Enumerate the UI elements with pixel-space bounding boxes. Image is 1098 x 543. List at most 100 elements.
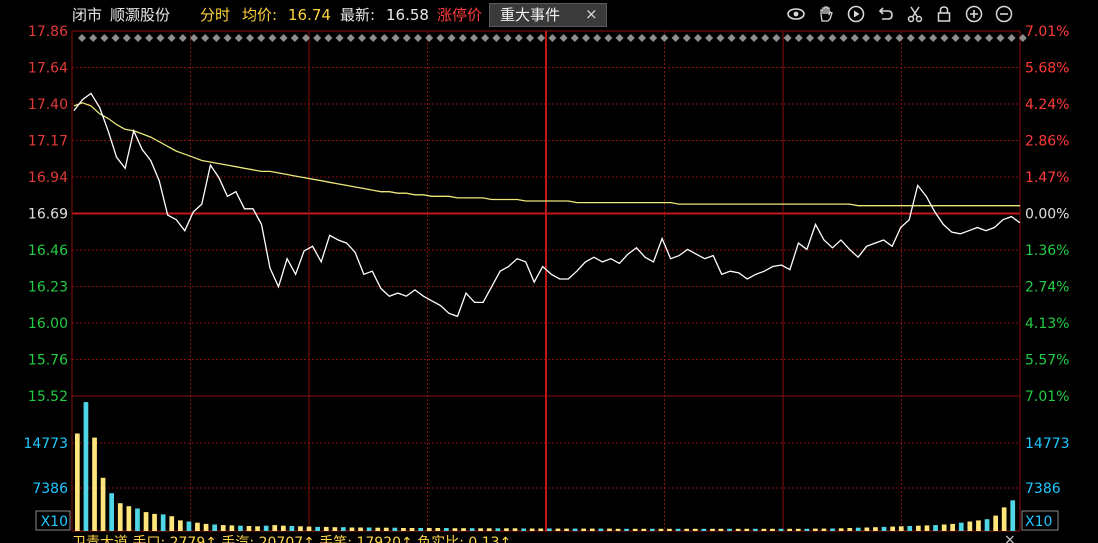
volume-bar bbox=[667, 528, 672, 531]
volume-bar bbox=[100, 477, 106, 531]
volume-bar bbox=[547, 528, 552, 531]
price-tick-label: 16.23 bbox=[28, 280, 68, 296]
event-marker bbox=[660, 34, 669, 42]
volume-bar bbox=[598, 528, 604, 531]
volume-bar bbox=[564, 528, 569, 531]
volume-bar bbox=[186, 521, 192, 531]
percent-tick-label: 7.01% bbox=[1025, 24, 1069, 40]
price-tick-label: 17.86 bbox=[28, 24, 68, 40]
volume-bar bbox=[735, 528, 741, 531]
volume-bar bbox=[160, 514, 166, 531]
bottom-info-strip: 卫青大道 手口: 2779↑ 手汽: 20707↑ 手笑: 17920↑ 负实比… bbox=[72, 535, 512, 543]
event-marker bbox=[638, 34, 646, 42]
volume-bar bbox=[881, 526, 887, 531]
volume-bar bbox=[890, 526, 895, 531]
event-marker bbox=[817, 34, 826, 42]
percent-tick-label: 4.13% bbox=[1025, 316, 1069, 332]
event-marker bbox=[346, 34, 355, 42]
volume-bar bbox=[804, 528, 810, 531]
volume-tick-label: 7386 bbox=[32, 481, 68, 497]
price-tick-label: 17.17 bbox=[28, 134, 68, 150]
event-marker bbox=[906, 34, 915, 42]
volume-bar bbox=[195, 522, 200, 531]
volume-bar bbox=[109, 493, 114, 531]
event-marker bbox=[134, 34, 142, 42]
percent-tick-label: 5.57% bbox=[1025, 353, 1069, 369]
price-tick-label: 16.94 bbox=[28, 170, 68, 186]
volume-bar bbox=[349, 527, 355, 531]
event-marker bbox=[918, 34, 926, 42]
event-marker bbox=[167, 34, 176, 42]
volume-bar bbox=[555, 528, 561, 531]
volume-bar bbox=[246, 526, 252, 531]
volume-bar bbox=[984, 519, 990, 531]
volume-bar bbox=[838, 528, 844, 531]
event-marker bbox=[78, 34, 86, 42]
volume-bar bbox=[117, 503, 123, 531]
volume-bar bbox=[864, 527, 870, 531]
event-marker bbox=[178, 34, 187, 42]
event-marker bbox=[996, 34, 1005, 42]
volume-bar bbox=[306, 526, 312, 531]
event-marker bbox=[649, 34, 658, 42]
event-marker bbox=[716, 34, 725, 42]
event-marker bbox=[223, 34, 232, 42]
event-marker bbox=[425, 34, 434, 42]
volume-bar bbox=[658, 528, 664, 531]
event-marker bbox=[929, 34, 938, 42]
volume-bar bbox=[521, 528, 526, 531]
volume-bar bbox=[512, 528, 518, 531]
volume-bar bbox=[589, 528, 595, 531]
volume-bar bbox=[169, 516, 175, 531]
event-marker bbox=[111, 34, 120, 42]
event-marker bbox=[145, 34, 154, 42]
event-marker bbox=[537, 34, 546, 42]
volume-bar bbox=[710, 528, 715, 531]
volume-bar bbox=[727, 528, 732, 531]
price-tick-label: 17.64 bbox=[28, 61, 68, 77]
volume-bar bbox=[255, 526, 260, 531]
event-marker bbox=[447, 34, 456, 42]
volume-bar bbox=[795, 528, 801, 531]
volume-bar bbox=[135, 508, 140, 531]
intraday-chart[interactable]: 17.86 17.64 17.40 17.17 16.94 16.69 16.46 16.23… bbox=[0, 0, 1098, 543]
event-marker bbox=[458, 34, 467, 42]
event-marker bbox=[794, 34, 803, 42]
percent-tick-label: 2.86% bbox=[1025, 134, 1069, 150]
volume-bar bbox=[1010, 500, 1016, 531]
event-marker bbox=[268, 34, 277, 42]
event-marker bbox=[492, 34, 501, 42]
event-marker bbox=[1007, 34, 1016, 42]
event-marker bbox=[290, 34, 299, 42]
volume-bar bbox=[907, 526, 913, 531]
volume-bar bbox=[924, 525, 930, 531]
volume-bar bbox=[92, 437, 97, 531]
event-marker bbox=[548, 34, 557, 42]
price-tick-label: 16.46 bbox=[28, 243, 68, 259]
volume-bar bbox=[418, 528, 423, 531]
volume-bar bbox=[375, 527, 381, 531]
volume-bar bbox=[821, 528, 827, 531]
volume-bar bbox=[950, 523, 955, 531]
volume-bar bbox=[787, 528, 792, 531]
chart-grid bbox=[71, 30, 1021, 532]
volume-bar bbox=[504, 528, 509, 531]
event-marker-row bbox=[78, 34, 1027, 42]
event-marker bbox=[839, 34, 848, 42]
event-marker bbox=[593, 34, 602, 42]
volume-bar bbox=[452, 528, 458, 531]
percent-tick-label: 1.36% bbox=[1025, 243, 1069, 259]
panel-close-icon[interactable]: × bbox=[1004, 533, 1022, 543]
percent-tick-label: 2.74% bbox=[1025, 280, 1069, 296]
event-marker bbox=[335, 34, 344, 42]
volume-bar bbox=[744, 528, 750, 531]
percent-tick-label: 7.01% bbox=[1025, 389, 1069, 405]
price-tick-label: 16.69 bbox=[28, 207, 68, 223]
event-marker bbox=[985, 34, 994, 42]
volume-bar bbox=[126, 506, 132, 531]
volume-bar bbox=[650, 528, 655, 531]
volume-bar bbox=[770, 528, 775, 531]
volume-bar bbox=[315, 526, 320, 531]
event-marker bbox=[526, 34, 534, 42]
event-marker bbox=[761, 34, 770, 42]
